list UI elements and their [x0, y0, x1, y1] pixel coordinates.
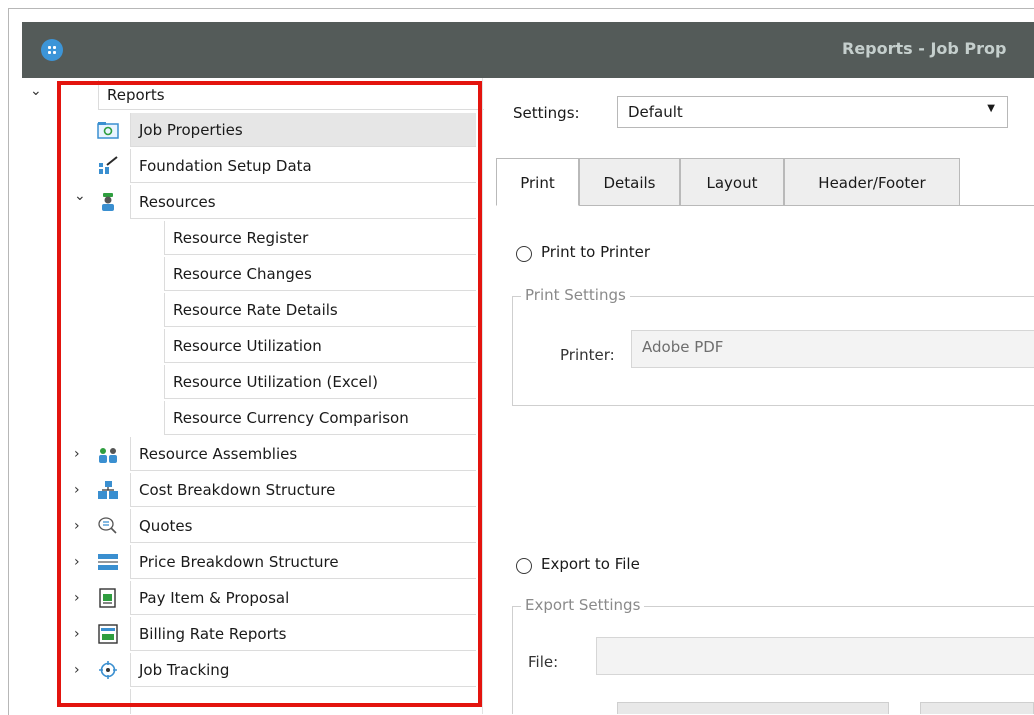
tree-item-job-properties[interactable]: Job Properties: [22, 113, 482, 147]
tree-item-label: Quotes: [130, 509, 476, 543]
tree-item-label: Job Properties: [130, 113, 476, 147]
quotes-icon: [98, 517, 117, 534]
tree-item-label-partial: [130, 689, 476, 714]
printer-label: Printer:: [560, 346, 615, 364]
tree-item-label: Resource Register: [164, 221, 476, 255]
app-logo-icon[interactable]: [41, 39, 63, 61]
print-to-printer-radio[interactable]: [516, 246, 532, 262]
tree-item-label: Billing Rate Reports: [130, 617, 476, 651]
billing-rate-icon: [98, 624, 118, 644]
export-button-partial-2[interactable]: [920, 702, 1034, 714]
tree-item-foundation-setup-data[interactable]: Foundation Setup Data: [22, 149, 482, 183]
printer-value: Adobe PDF: [642, 338, 724, 356]
file-label: File:: [528, 653, 559, 671]
export-settings-title: Export Settings: [521, 596, 645, 614]
tree-item-price-breakdown-structure[interactable]: › Price Breakdown Structure: [22, 545, 482, 579]
tree-item-label: Foundation Setup Data: [130, 149, 476, 183]
resources-icon: [102, 193, 114, 211]
tree-root-label: Reports: [98, 80, 484, 110]
tab-details[interactable]: Details: [579, 158, 680, 206]
tree-item-pay-item-proposal[interactable]: › Pay Item & Proposal: [22, 581, 482, 615]
job-tracking-icon: [99, 661, 117, 679]
chevron-right-icon[interactable]: ›: [74, 473, 80, 507]
tree-item-job-tracking[interactable]: › Job Tracking: [22, 653, 482, 687]
report-tree: ⌄ Reports Job Properties Foundation Setu…: [22, 78, 492, 714]
settings-dropdown[interactable]: Default ▼: [617, 96, 1008, 128]
window-title: Reports - Job Prop: [842, 39, 1007, 58]
tree-item-label: Resource Utilization (Excel): [164, 365, 476, 399]
dropdown-caret-icon[interactable]: ▼: [987, 103, 995, 114]
chevron-down-icon[interactable]: ⌄: [30, 74, 42, 108]
job-properties-icon: [97, 122, 119, 139]
resource-assemblies-icon: [99, 448, 117, 463]
settings-label: Settings:: [513, 104, 580, 122]
tree-item-label: Price Breakdown Structure: [130, 545, 476, 579]
chevron-right-icon[interactable]: ›: [74, 437, 80, 471]
tree-item-resource-changes[interactable]: Resource Changes: [22, 257, 482, 291]
settings-value: Default: [628, 103, 683, 121]
file-field[interactable]: [596, 637, 1034, 675]
splitter[interactable]: [482, 78, 483, 714]
tree-item-label: Resource Assemblies: [130, 437, 476, 471]
printer-field[interactable]: Adobe PDF: [631, 330, 1034, 368]
export-to-file-radio[interactable]: [516, 558, 532, 574]
tab-header-footer[interactable]: Header/Footer: [784, 158, 960, 206]
price-breakdown-icon: [98, 554, 118, 570]
cost-breakdown-icon: [98, 481, 118, 499]
tree-item-label: Job Tracking: [130, 653, 476, 687]
export-button-partial[interactable]: [617, 702, 889, 714]
foundation-setup-icon: [99, 156, 118, 174]
tree-root[interactable]: ⌄ Reports: [30, 80, 490, 114]
chevron-right-icon[interactable]: ›: [74, 545, 80, 579]
chevron-right-icon[interactable]: ›: [74, 653, 80, 687]
print-settings-title: Print Settings: [521, 286, 630, 304]
tree-item-label: Pay Item & Proposal: [130, 581, 476, 615]
tree-item-resource-register[interactable]: Resource Register: [22, 221, 482, 255]
tree-item-label: Cost Breakdown Structure: [130, 473, 476, 507]
tree-item-label: Resource Rate Details: [164, 293, 476, 327]
tree-item-resource-rate-details[interactable]: Resource Rate Details: [22, 293, 482, 327]
tab-print[interactable]: Print: [496, 158, 579, 206]
tree-item-billing-rate-reports[interactable]: › Billing Rate Reports: [22, 617, 482, 651]
tree-item-resource-assemblies[interactable]: › Resource Assemblies: [22, 437, 482, 471]
tree-item-resource-utilization[interactable]: Resource Utilization: [22, 329, 482, 363]
tab-layout[interactable]: Layout: [680, 158, 784, 206]
chevron-down-icon[interactable]: ⌄: [74, 179, 86, 213]
chevron-right-icon[interactable]: ›: [74, 617, 80, 651]
tree-item-resources[interactable]: ⌄ Resources: [22, 185, 482, 219]
tree-item-label: Resource Utilization: [164, 329, 476, 363]
chevron-right-icon[interactable]: ›: [74, 509, 80, 543]
tree-item-label: Resource Changes: [164, 257, 476, 291]
tree-item-resource-currency-comparison[interactable]: Resource Currency Comparison: [22, 401, 482, 435]
tree-item-quotes[interactable]: › Quotes: [22, 509, 482, 543]
print-to-printer-label: Print to Printer: [541, 243, 650, 261]
chevron-right-icon[interactable]: ›: [74, 581, 80, 615]
tree-item-partial[interactable]: [22, 689, 482, 714]
tree-item-label: Resource Currency Comparison: [164, 401, 476, 435]
pay-item-icon: [99, 588, 116, 608]
tree-item-cost-breakdown-structure[interactable]: › Cost Breakdown Structure: [22, 473, 482, 507]
tree-item-resource-utilization-excel[interactable]: Resource Utilization (Excel): [22, 365, 482, 399]
tree-item-label: Resources: [130, 185, 476, 219]
export-to-file-label: Export to File: [541, 555, 640, 573]
